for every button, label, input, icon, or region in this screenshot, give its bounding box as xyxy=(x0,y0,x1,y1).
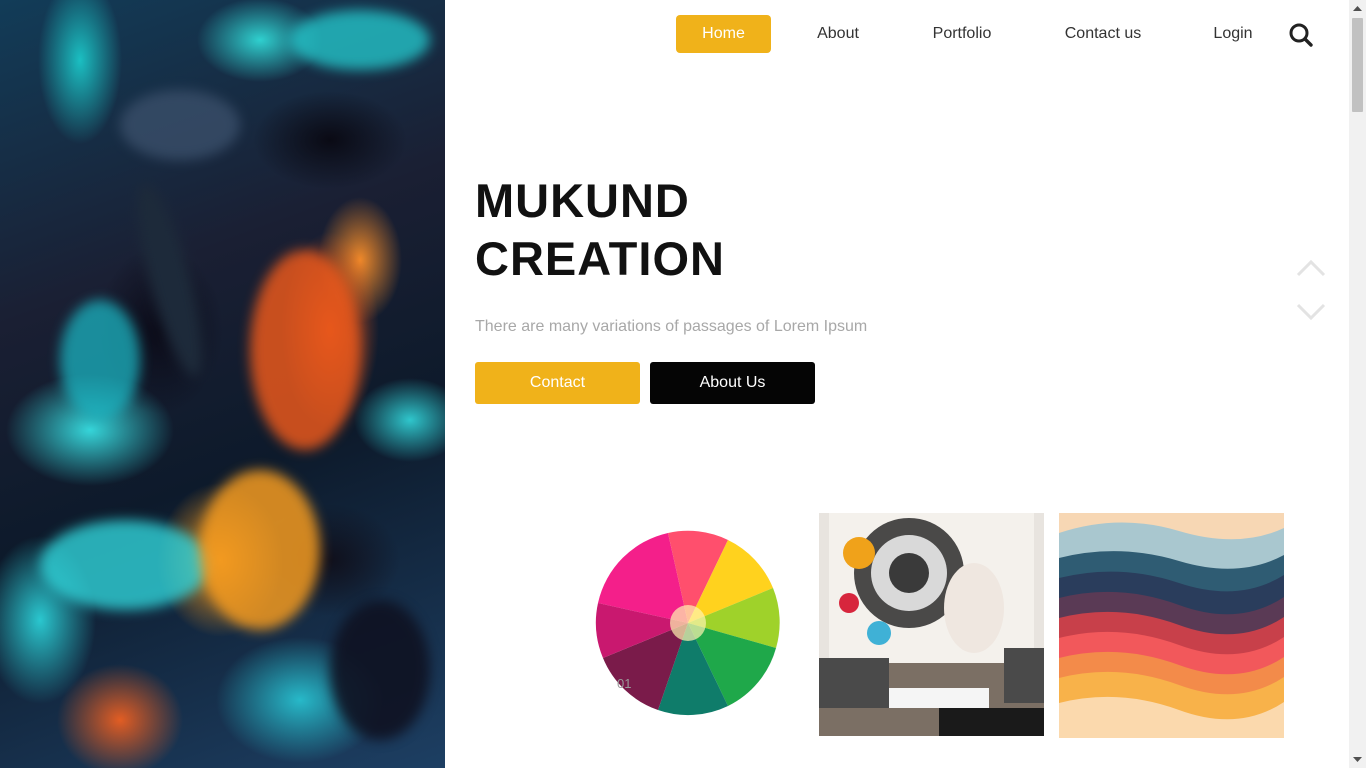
gallery-image-mural[interactable] xyxy=(819,513,1044,736)
search-icon[interactable] xyxy=(1288,22,1314,48)
chevron-down-icon[interactable] xyxy=(1296,302,1326,322)
hero-art-image xyxy=(0,0,445,768)
nav-about[interactable]: About xyxy=(798,15,878,53)
scrollbar-thumb[interactable] xyxy=(1352,18,1363,112)
gallery-image-flower[interactable]: 01 xyxy=(580,513,805,738)
gallery-index: 01 xyxy=(617,676,632,691)
nav-home[interactable]: Home xyxy=(676,15,771,53)
nav-login[interactable]: Login xyxy=(1204,15,1262,53)
chevron-up-icon[interactable] xyxy=(1296,258,1326,278)
nav-contact-us[interactable]: Contact us xyxy=(1052,15,1154,53)
hero-subtitle: There are many variations of passages of… xyxy=(475,318,868,335)
scroll-down-arrow-icon[interactable] xyxy=(1349,751,1366,768)
title-line-2: CREATION xyxy=(475,232,725,285)
contact-button[interactable]: Contact xyxy=(475,362,640,404)
title-line-1: MUKUND xyxy=(475,174,690,227)
gallery-image-waves[interactable] xyxy=(1059,513,1284,738)
about-us-button[interactable]: About Us xyxy=(650,362,815,404)
scroll-up-arrow-icon[interactable] xyxy=(1349,0,1366,17)
page-scrollbar[interactable] xyxy=(1349,0,1366,768)
page-title: MUKUND CREATION xyxy=(475,172,725,288)
nav-portfolio[interactable]: Portfolio xyxy=(920,15,1004,53)
